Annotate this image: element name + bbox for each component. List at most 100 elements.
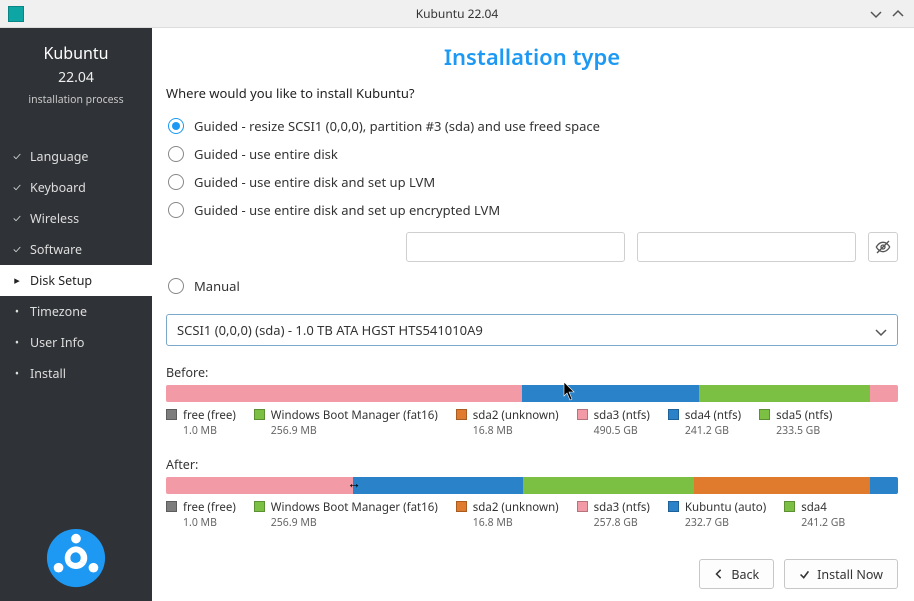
before-label: Before: bbox=[166, 364, 898, 381]
install-option-2[interactable]: Guided - use entire disk and set up LVM bbox=[166, 168, 898, 196]
legend-swatch bbox=[668, 501, 679, 512]
legend-swatch bbox=[668, 409, 679, 420]
legend-item: sda3 (ntfs)490.5 GB bbox=[577, 408, 650, 438]
legend-swatch bbox=[254, 409, 265, 420]
encryption-fields-row bbox=[406, 232, 898, 262]
install-option-1[interactable]: Guided - use entire disk bbox=[166, 140, 898, 168]
sidebar-step-label: Timezone bbox=[30, 303, 87, 320]
sidebar-step-language[interactable]: ✓Language bbox=[0, 141, 152, 172]
legend-item: sda5 (ntfs)233.5 GB bbox=[759, 408, 832, 438]
legend-label: sda2 (unknown) bbox=[473, 408, 559, 423]
partition-bar-before bbox=[166, 385, 898, 402]
radio-icon bbox=[168, 118, 184, 134]
sidebar-step-timezone[interactable]: • Timezone bbox=[0, 296, 152, 327]
bullet-icon: • bbox=[12, 335, 22, 350]
install-option-label: Guided - use entire disk and set up LVM bbox=[194, 173, 435, 191]
partition-segment bbox=[870, 385, 898, 402]
back-button[interactable]: Back bbox=[699, 559, 774, 589]
sidebar-step-label: Language bbox=[30, 148, 88, 165]
legend-item: free (free)1.0 MB bbox=[166, 408, 236, 438]
sidebar-step-label: Disk Setup bbox=[30, 272, 92, 289]
disk-select[interactable]: SCSI1 (0,0,0) (sda) - 1.0 TB ATA HGST HT… bbox=[166, 314, 898, 346]
bullet-icon: • bbox=[12, 304, 22, 319]
install-option-label: Guided - resize SCSI1 (0,0,0), partition… bbox=[194, 117, 600, 135]
legend-swatch bbox=[456, 409, 467, 420]
legend-swatch bbox=[784, 501, 795, 512]
legend-swatch bbox=[456, 501, 467, 512]
maximize-button[interactable] bbox=[890, 6, 906, 22]
sidebar-step-disk-setup[interactable]: ▸Disk Setup bbox=[0, 265, 152, 296]
legend-item: sda2 (unknown)16.8 MB bbox=[456, 500, 559, 530]
sidebar-step-label: Wireless bbox=[30, 210, 79, 227]
legend-swatch bbox=[577, 501, 588, 512]
sidebar-step-wireless[interactable]: ✓Wireless bbox=[0, 203, 152, 234]
legend-item: free (free)1.0 MB bbox=[166, 500, 236, 530]
legend-size: 16.8 MB bbox=[473, 424, 559, 438]
sidebar-step-label: Keyboard bbox=[30, 179, 86, 196]
install-option-label: Manual bbox=[194, 277, 240, 295]
install-option-0[interactable]: Guided - resize SCSI1 (0,0,0), partition… bbox=[166, 112, 898, 140]
install-option-3[interactable]: Guided - use entire disk and set up encr… bbox=[166, 196, 898, 224]
legend-item: Windows Boot Manager (fat16)256.9 MB bbox=[254, 500, 438, 530]
check-icon: ✓ bbox=[12, 242, 22, 257]
legend-size: 256.9 MB bbox=[271, 516, 438, 530]
legend-item: sda2 (unknown)16.8 MB bbox=[456, 408, 559, 438]
partition-segment bbox=[870, 477, 898, 494]
install-option-4[interactable]: Manual bbox=[166, 272, 898, 300]
legend-item: Windows Boot Manager (fat16)256.9 MB bbox=[254, 408, 438, 438]
partition-segment bbox=[694, 477, 870, 494]
radio-icon bbox=[168, 278, 184, 294]
minimize-button[interactable] bbox=[868, 6, 884, 22]
radio-icon bbox=[168, 146, 184, 162]
legend-label: sda2 (unknown) bbox=[473, 500, 559, 515]
legend-item: sda4 (ntfs)241.2 GB bbox=[668, 408, 741, 438]
sidebar-step-user-info[interactable]: •User Info bbox=[0, 327, 152, 358]
window-title: Kubuntu 22.04 bbox=[0, 5, 914, 22]
toggle-visibility-button[interactable] bbox=[868, 232, 898, 262]
legend-swatch bbox=[577, 409, 588, 420]
legend-label: Windows Boot Manager (fat16) bbox=[271, 500, 438, 515]
check-icon: ✓ bbox=[12, 180, 22, 195]
sidebar-step-label: Install bbox=[30, 365, 66, 382]
legend-label: sda5 (ntfs) bbox=[776, 408, 832, 423]
partition-bar-after[interactable] bbox=[166, 477, 898, 494]
check-icon bbox=[799, 569, 810, 580]
radio-icon bbox=[168, 202, 184, 218]
passphrase-field[interactable] bbox=[406, 232, 625, 262]
partition-segment bbox=[166, 477, 353, 494]
install-option-label: Guided - use entire disk and set up encr… bbox=[194, 201, 500, 219]
legend-size: 490.5 GB bbox=[594, 424, 650, 438]
partition-segment bbox=[523, 477, 694, 494]
legend-label: sda4 (ntfs) bbox=[685, 408, 741, 423]
legend-size: 256.9 MB bbox=[271, 424, 438, 438]
sidebar-step-software[interactable]: ✓ Software bbox=[0, 234, 152, 265]
passphrase-confirm-field[interactable] bbox=[637, 232, 856, 262]
legend-item: Kubuntu (auto)232.7 GB bbox=[668, 500, 766, 530]
legend-label: free (free) bbox=[183, 500, 236, 515]
legend-size: 1.0 MB bbox=[183, 516, 236, 530]
partition-segment bbox=[166, 385, 522, 402]
kubuntu-logo-icon bbox=[45, 527, 107, 589]
page-heading: Installation type bbox=[166, 42, 898, 72]
legend-size: 1.0 MB bbox=[183, 424, 236, 438]
legend-label: sda3 (ntfs) bbox=[594, 408, 650, 423]
legend-label: sda4 bbox=[801, 500, 845, 515]
install-now-button-label: Install Now bbox=[817, 566, 883, 583]
legend-before: free (free)1.0 MB Windows Boot Manager (f… bbox=[166, 408, 898, 438]
partition-segment bbox=[353, 477, 523, 494]
back-button-label: Back bbox=[731, 566, 759, 583]
sidebar-step-keyboard[interactable]: ✓ Keyboard bbox=[0, 172, 152, 203]
sidebar-step-label: Software bbox=[30, 241, 82, 258]
legend-label: sda3 (ntfs) bbox=[594, 500, 650, 515]
legend-swatch bbox=[759, 409, 770, 420]
legend-size: 241.2 GB bbox=[801, 516, 845, 530]
install-now-button[interactable]: Install Now bbox=[784, 559, 898, 589]
window-titlebar: Kubuntu 22.04 bbox=[0, 0, 914, 28]
install-option-label: Guided - use entire disk bbox=[194, 145, 338, 163]
page-question: Where would you like to install Kubuntu? bbox=[166, 84, 898, 102]
sidebar-step-install[interactable]: • Install bbox=[0, 358, 152, 389]
bullet-icon: • bbox=[12, 366, 22, 381]
legend-label: Windows Boot Manager (fat16) bbox=[271, 408, 438, 423]
legend-label: Kubuntu (auto) bbox=[685, 500, 766, 515]
product-name: Kubuntu bbox=[6, 42, 146, 64]
